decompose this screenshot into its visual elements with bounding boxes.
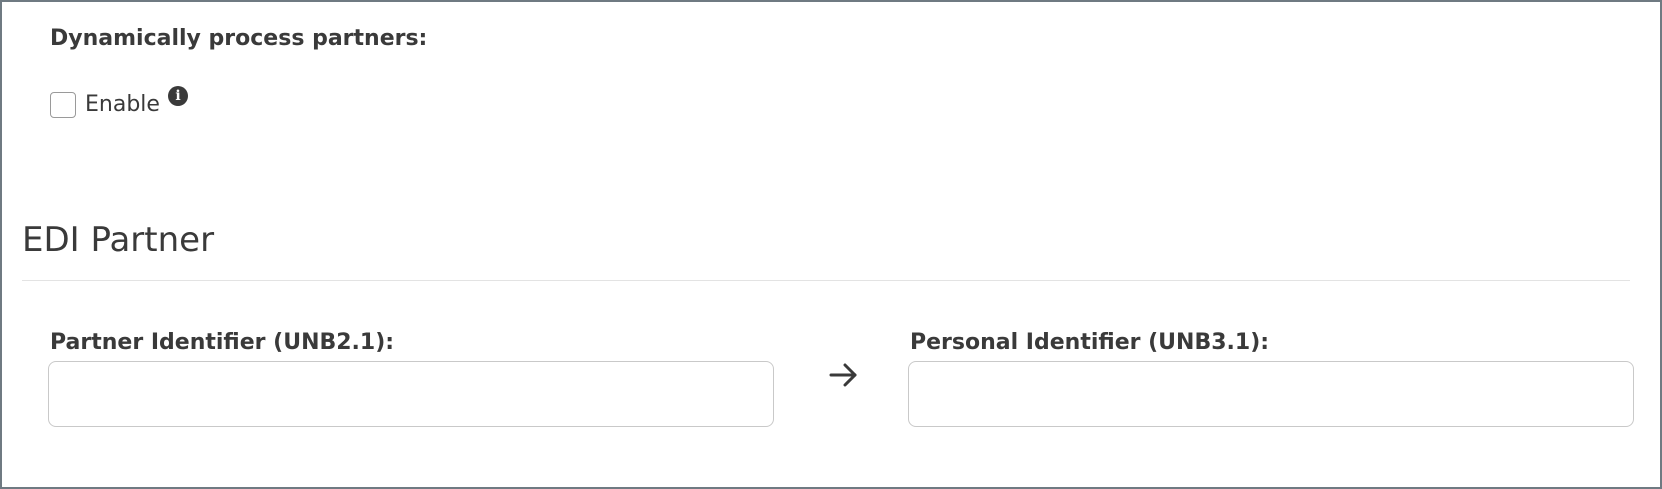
section-divider <box>22 280 1630 281</box>
personal-identifier-label: Personal Identifier (UNB3.1): <box>910 330 1270 355</box>
enable-checkbox[interactable] <box>50 92 76 118</box>
arrow-right-icon <box>829 363 857 387</box>
partner-identifier-label: Partner Identifier (UNB2.1): <box>50 330 395 355</box>
dynamic-process-label: Dynamically process partners: <box>50 26 428 51</box>
info-icon[interactable]: i <box>168 86 188 106</box>
partner-identifier-input[interactable] <box>48 361 774 427</box>
enable-label[interactable]: Enable <box>85 90 160 120</box>
personal-identifier-input[interactable] <box>908 361 1634 427</box>
edi-partner-title: EDI Partner <box>22 220 215 260</box>
enable-row: Enable i <box>50 86 188 120</box>
